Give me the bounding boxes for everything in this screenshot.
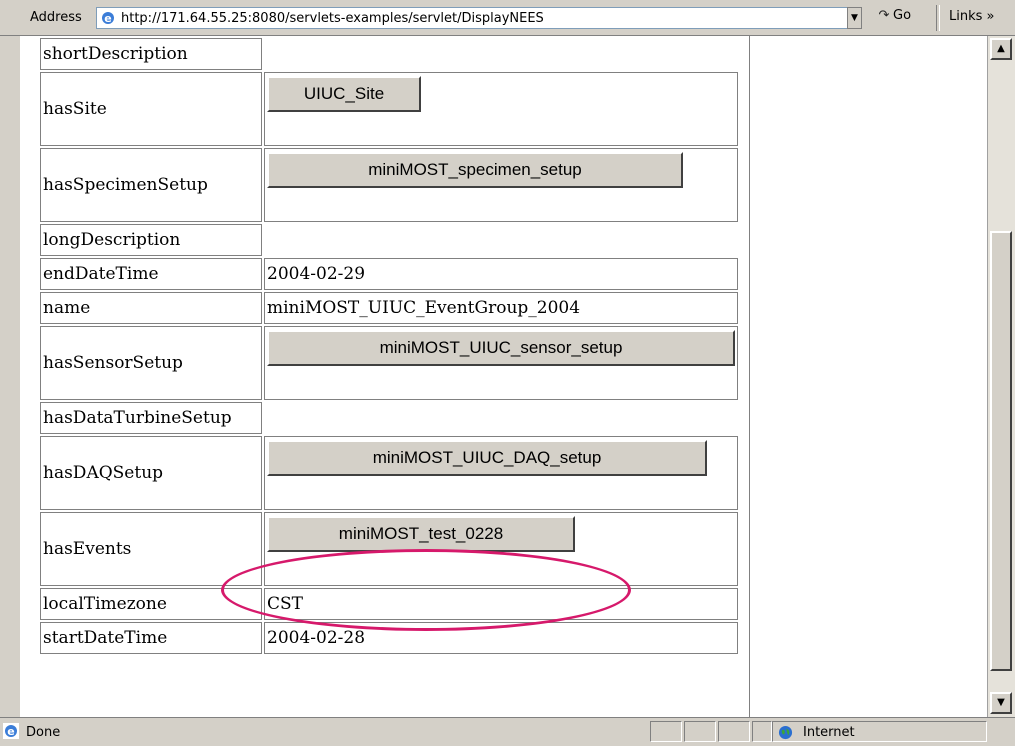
property-link-button[interactable]: miniMOST_specimen_setup [267,152,683,188]
property-value-cell: miniMOST_UIUC_DAQ_setup [264,436,738,510]
table-row: name miniMOST_UIUC_EventGroup_2004 [40,292,738,324]
status-pane [718,721,750,742]
property-value: miniMOST_UIUC_EventGroup_2004 [264,292,738,324]
property-value-cell: UIUC_Site [264,72,738,146]
status-pane [650,721,682,742]
property-value [264,402,738,434]
page-content: shortDescription hasSite UIUC_Site hasSpeci… [20,36,987,717]
property-key: hasSpecimenSetup [40,148,262,222]
table-row: localTimezone CST [40,588,738,620]
dropdown-arrow-icon[interactable]: ▼ [847,7,862,29]
property-key: name [40,292,262,324]
property-value: 2004-02-29 [264,258,738,290]
table-row: hasEvents miniMOST_test_0228 [40,512,738,586]
scrollbar-thumb[interactable] [990,231,1012,671]
table-row: longDescription [40,224,738,256]
address-input[interactable]: e http://171.64.55.25:8080/servlets-exam… [96,7,862,29]
property-key: hasEvents [40,512,262,586]
property-link-button[interactable]: miniMOST_test_0228 [267,516,575,552]
status-pane [684,721,716,742]
svg-text:e: e [104,12,111,25]
table-row: hasSensorSetup miniMOST_UIUC_sensor_setup [40,326,738,400]
svg-text:e: e [7,725,14,738]
links-button[interactable]: Links » [949,9,994,24]
property-value [264,224,738,256]
scroll-up-icon[interactable]: ▲ [990,38,1012,60]
address-label: Address [30,10,82,25]
status-text: Done [26,725,61,740]
property-value-cell: miniMOST_UIUC_sensor_setup [264,326,738,400]
table-row: shortDescription [40,38,738,70]
property-key: startDateTime [40,622,262,654]
scroll-down-icon[interactable]: ▼ [990,692,1012,714]
property-key: hasSensorSetup [40,326,262,400]
property-key: shortDescription [40,38,262,70]
property-value [264,38,738,70]
status-bar: e Done Internet [0,717,1015,746]
address-bar: Address e http://171.64.55.25:8080/servl… [0,0,1015,36]
vertical-scrollbar[interactable]: ▲ ▼ [987,36,1015,717]
frame-divider [749,36,750,717]
address-url: http://171.64.55.25:8080/servlets-exampl… [121,11,544,26]
globe-icon [778,725,793,740]
window-left-edge [0,0,21,746]
toolbar-separator [936,5,940,31]
table-row: hasSite UIUC_Site [40,72,738,146]
zone-text: Internet [803,725,855,740]
table-row: hasDataTurbineSetup [40,402,738,434]
property-value-cell: miniMOST_specimen_setup [264,148,738,222]
property-link-button[interactable]: miniMOST_UIUC_DAQ_setup [267,440,707,476]
go-button[interactable]: ↷ Go [875,8,911,28]
property-link-button[interactable]: UIUC_Site [267,76,421,112]
status-pane [752,721,772,742]
property-value: 2004-02-28 [264,622,738,654]
property-key: longDescription [40,224,262,256]
property-key: endDateTime [40,258,262,290]
property-value: CST [264,588,738,620]
table-row: startDateTime 2004-02-28 [40,622,738,654]
property-link-button[interactable]: miniMOST_UIUC_sensor_setup [267,330,735,366]
table-row: endDateTime 2004-02-29 [40,258,738,290]
go-label: Go [893,8,912,23]
ie-page-icon: e [100,10,116,26]
property-key: localTimezone [40,588,262,620]
table-row: hasDAQSetup miniMOST_UIUC_DAQ_setup [40,436,738,510]
property-key: hasSite [40,72,262,146]
table-row: hasSpecimenSetup miniMOST_specimen_setup [40,148,738,222]
ie-page-icon: e [3,723,19,739]
property-value-cell: miniMOST_test_0228 [264,512,738,586]
go-arrow-icon: ↷ [878,8,890,23]
property-key: hasDataTurbineSetup [40,402,262,434]
properties-table: shortDescription hasSite UIUC_Site hasSpeci… [38,36,740,656]
property-key: hasDAQSetup [40,436,262,510]
